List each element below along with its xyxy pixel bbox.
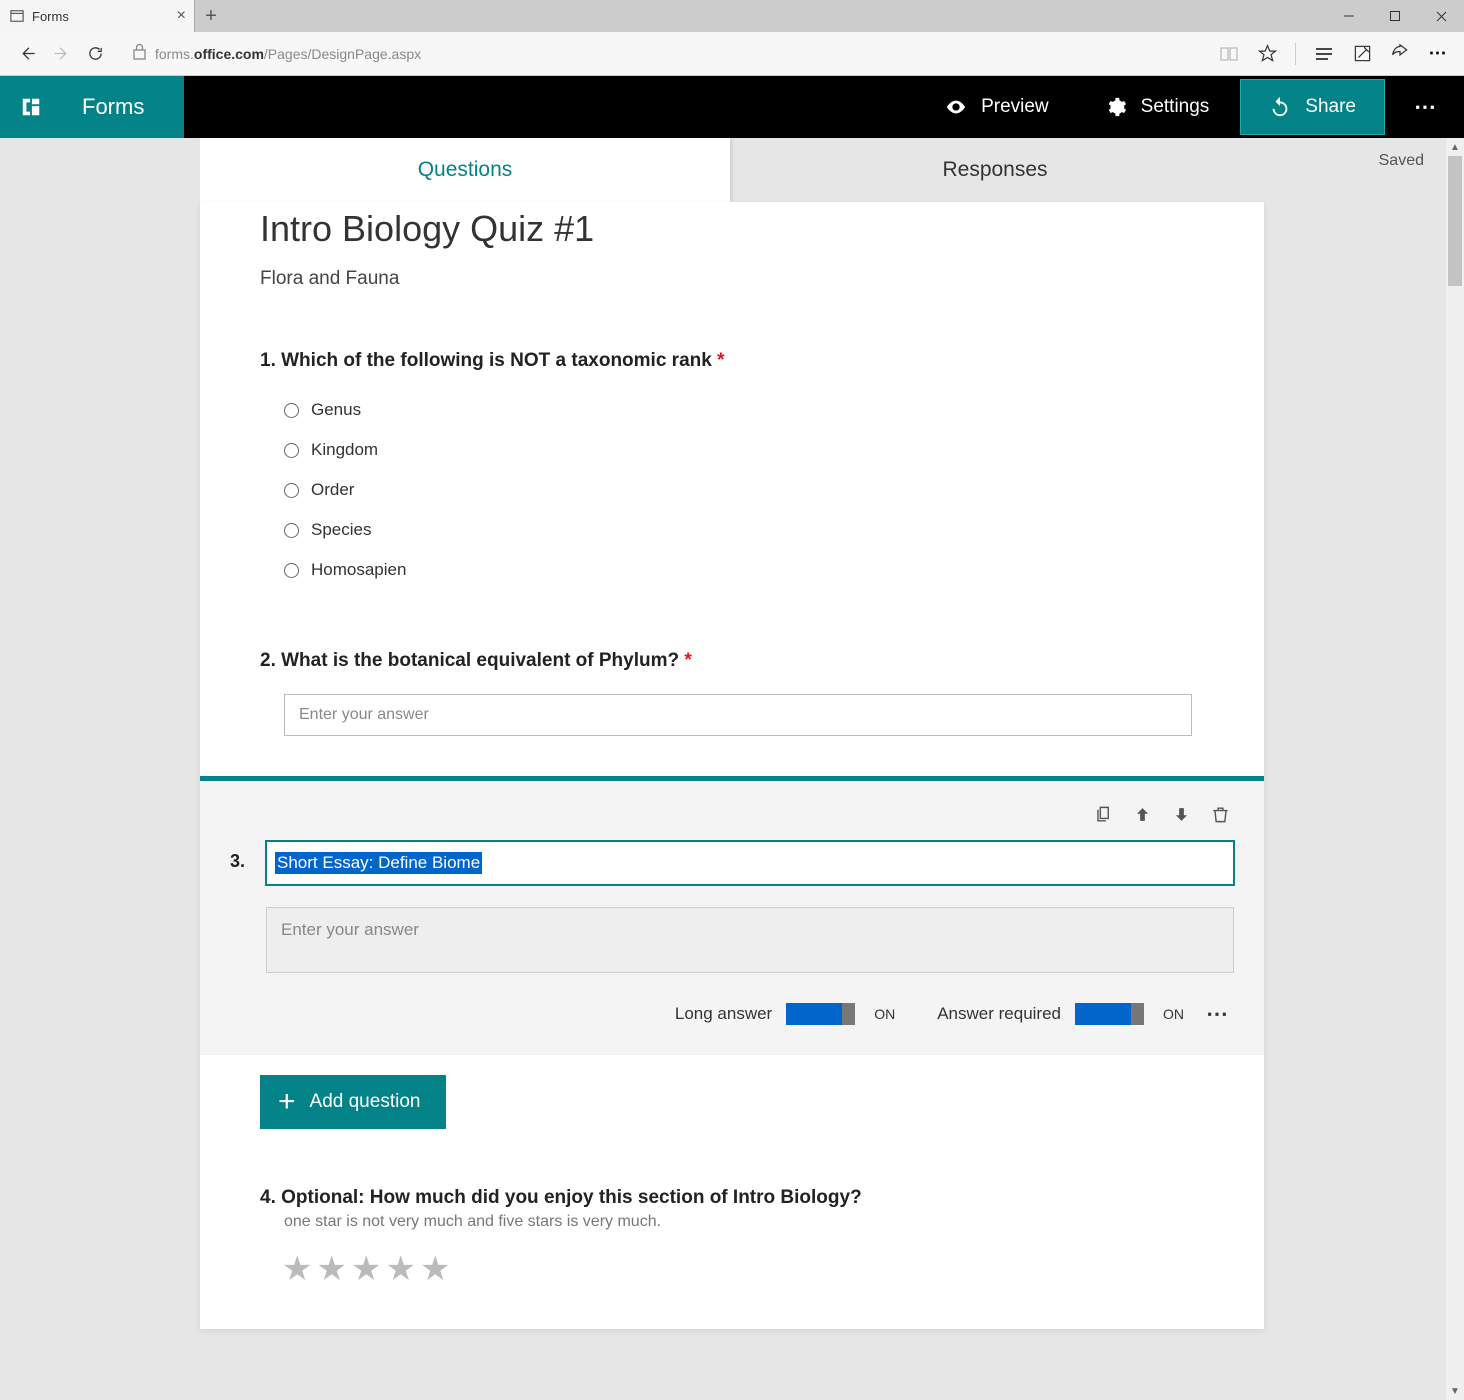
- favorite-icon[interactable]: [1251, 38, 1283, 70]
- move-up-button[interactable]: [1133, 805, 1152, 829]
- rating-stars: ★ ★ ★ ★ ★: [282, 1249, 1204, 1289]
- app-launcher-icon[interactable]: [0, 76, 62, 138]
- share-page-icon[interactable]: [1384, 38, 1416, 70]
- q1-option[interactable]: Homosapien: [260, 550, 1204, 590]
- window-controls: [1326, 0, 1464, 32]
- long-answer-label: Long answer: [675, 1004, 772, 1024]
- required-label: Answer required: [937, 1004, 1061, 1024]
- new-tab-button[interactable]: +: [195, 0, 227, 32]
- star-icon[interactable]: ★: [282, 1249, 312, 1289]
- question-2[interactable]: 2. What is the botanical equivalent of P…: [260, 650, 1204, 736]
- copy-question-button[interactable]: [1094, 805, 1113, 829]
- long-answer-toggle[interactable]: [786, 1003, 842, 1025]
- star-icon[interactable]: ★: [351, 1249, 381, 1289]
- q1-option[interactable]: Species: [260, 510, 1204, 550]
- address-bar: forms.office.com/Pages/DesignPage.aspx ⋯: [0, 32, 1464, 76]
- form-description[interactable]: Flora and Fauna: [260, 268, 1204, 290]
- preview-button[interactable]: Preview: [917, 76, 1077, 138]
- gear-icon: [1105, 96, 1127, 118]
- share-cycle-icon: [1269, 96, 1291, 118]
- long-answer-state: ON: [874, 1006, 895, 1022]
- tab-close-icon[interactable]: ×: [177, 7, 186, 25]
- vertical-scrollbar[interactable]: ▲ ▼: [1446, 138, 1464, 1400]
- saved-status: Saved: [1379, 152, 1424, 170]
- tab-favicon-icon: [10, 9, 24, 23]
- forward-button[interactable]: [44, 37, 78, 71]
- url-text[interactable]: forms.office.com/Pages/DesignPage.aspx: [155, 46, 421, 62]
- tab-strip: Questions Responses: [200, 138, 1260, 202]
- question-3-number: 3.: [230, 841, 252, 872]
- minimize-button[interactable]: [1326, 0, 1372, 32]
- question-4-subtitle: one star is not very much and five stars…: [284, 1213, 1204, 1231]
- tab-questions[interactable]: Questions: [200, 138, 730, 202]
- q1-option[interactable]: Kingdom: [260, 430, 1204, 470]
- plus-icon: +: [278, 1085, 296, 1119]
- star-icon[interactable]: ★: [316, 1249, 346, 1289]
- form-canvas: Intro Biology Quiz #1 Flora and Fauna 1.…: [200, 202, 1264, 1329]
- required-state: ON: [1163, 1006, 1184, 1022]
- question-1-title: 1. Which of the following is NOT a taxon…: [260, 350, 1204, 372]
- lock-icon: [132, 43, 147, 65]
- move-down-button[interactable]: [1172, 805, 1191, 829]
- scroll-up-icon[interactable]: ▲: [1446, 138, 1464, 156]
- q2-answer-input[interactable]: Enter your answer: [284, 694, 1192, 736]
- radio-icon: [284, 443, 299, 458]
- question-2-title: 2. What is the botanical equivalent of P…: [260, 650, 1204, 672]
- star-icon[interactable]: ★: [385, 1249, 415, 1289]
- q1-option[interactable]: Genus: [260, 390, 1204, 430]
- star-icon[interactable]: ★: [420, 1249, 450, 1289]
- delete-question-button[interactable]: [1211, 805, 1230, 829]
- question-1[interactable]: 1. Which of the following is NOT a taxon…: [260, 350, 1204, 590]
- back-button[interactable]: [10, 37, 44, 71]
- settings-button[interactable]: Settings: [1077, 76, 1238, 138]
- question-3-text-input[interactable]: Short Essay: Define Biome: [266, 841, 1234, 885]
- hub-icon[interactable]: [1308, 38, 1340, 70]
- radio-icon: [284, 563, 299, 578]
- scroll-down-icon[interactable]: ▼: [1446, 1382, 1464, 1400]
- browser-chrome: Forms × + forms.office.com/Pages/DesignP…: [0, 0, 1464, 76]
- question-4-title: 4. Optional: How much did you enjoy this…: [260, 1187, 1204, 1209]
- page-body: Saved Questions Responses Intro Biology …: [0, 138, 1464, 1400]
- tab-bar: Forms × +: [0, 0, 1464, 32]
- browser-tab[interactable]: Forms ×: [0, 0, 195, 32]
- add-question-button[interactable]: + Add question: [260, 1075, 446, 1129]
- q1-option[interactable]: Order: [260, 470, 1204, 510]
- scroll-thumb[interactable]: [1448, 156, 1462, 286]
- question-3-editing: 3. Short Essay: Define Biome Enter your …: [200, 776, 1264, 1055]
- question-3-selected-text: Short Essay: Define Biome: [275, 852, 482, 874]
- header-more-button[interactable]: ⋯: [1388, 76, 1464, 138]
- question-3-answer-area[interactable]: Enter your answer: [266, 907, 1234, 973]
- refresh-button[interactable]: [78, 37, 112, 71]
- radio-icon: [284, 403, 299, 418]
- reading-view-icon[interactable]: [1213, 38, 1245, 70]
- maximize-button[interactable]: [1372, 0, 1418, 32]
- more-icon[interactable]: ⋯: [1422, 38, 1454, 70]
- eye-icon: [945, 96, 967, 118]
- tab-responses[interactable]: Responses: [730, 138, 1260, 202]
- close-window-button[interactable]: [1418, 0, 1464, 32]
- webnote-icon[interactable]: [1346, 38, 1378, 70]
- tab-title: Forms: [32, 9, 69, 24]
- radio-icon: [284, 523, 299, 538]
- app-header: Forms Preview Settings Share ⋯: [0, 76, 1464, 138]
- question-more-button[interactable]: ⋯: [1206, 1001, 1230, 1027]
- question-4[interactable]: 4. Optional: How much did you enjoy this…: [260, 1187, 1204, 1289]
- share-button[interactable]: Share: [1240, 79, 1385, 135]
- form-title[interactable]: Intro Biology Quiz #1: [260, 208, 1204, 250]
- radio-icon: [284, 483, 299, 498]
- app-brand[interactable]: Forms: [62, 76, 184, 138]
- required-toggle[interactable]: [1075, 1003, 1131, 1025]
